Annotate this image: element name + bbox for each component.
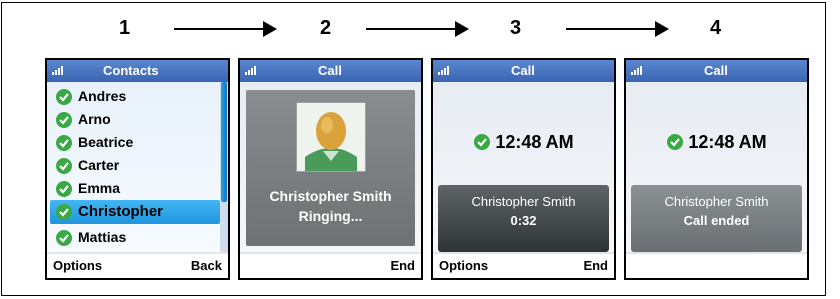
phone-screen-in-call: Call 12:48 AM Christopher Smith 0:32 Opt…: [431, 58, 616, 280]
end-softkey[interactable]: End: [583, 258, 608, 273]
softkey-bar: Options End: [433, 252, 614, 278]
step-label-2: 2: [320, 17, 332, 39]
contact-name: Emma: [78, 180, 121, 196]
contact-name: Mattias: [78, 229, 127, 245]
softkey-bar: [626, 252, 807, 278]
back-softkey[interactable]: Back: [191, 258, 222, 273]
softkey-bar: Options Back: [47, 252, 228, 278]
contact-item[interactable]: Arno: [50, 108, 220, 130]
call-duration: 0:32: [510, 213, 537, 228]
phone-screen-call-ended: Call 12:48 AM Christopher Smith Call end…: [624, 58, 809, 280]
presence-available-icon: [56, 158, 72, 174]
caller-name: Christopher Smith: [269, 188, 392, 204]
presence-available-icon: [56, 181, 72, 197]
end-softkey[interactable]: End: [390, 258, 415, 273]
signal-icon: [245, 63, 257, 75]
presence-available-icon: [667, 134, 684, 150]
signal-icon: [631, 63, 643, 75]
presence-available-icon: [56, 89, 72, 105]
contact-item[interactable]: Andres: [50, 85, 220, 107]
screen-title: Call: [704, 63, 728, 78]
clock: 12:48 AM: [433, 132, 614, 153]
presence-available-icon: [56, 204, 72, 220]
step-label-3: 3: [510, 17, 522, 39]
presence-available-icon: [56, 112, 72, 128]
phone-screen-ringing: Call Christopher Smith Ringing... End: [238, 58, 423, 280]
scrollbar[interactable]: [220, 82, 228, 254]
contact-item[interactable]: Mattias: [50, 226, 220, 248]
contact-item[interactable]: Carter: [50, 154, 220, 176]
call-info-box: Christopher Smith 0:32: [438, 185, 609, 252]
title-bar: Contacts: [47, 60, 228, 82]
presence-available-icon: [474, 134, 491, 150]
clock-time: 12:48 AM: [495, 132, 574, 152]
signal-icon: [438, 63, 450, 75]
contacts-list: Andres Arno Beatrice Carter Emma Christo…: [47, 82, 228, 254]
contact-avatar-icon: [296, 102, 366, 172]
title-bar: Call: [240, 60, 421, 82]
options-softkey[interactable]: Options: [53, 258, 102, 273]
contact-name: Beatrice: [78, 134, 134, 150]
screen-title: Contacts: [103, 63, 159, 78]
contact-item-selected[interactable]: Christopher: [50, 200, 220, 224]
caller-name: Christopher Smith: [664, 194, 769, 209]
screen-title: Call: [318, 63, 342, 78]
clock-time: 12:48 AM: [688, 132, 767, 152]
contact-item[interactable]: Beatrice: [50, 131, 220, 153]
call-status: Call ended: [683, 213, 750, 228]
title-bar: Call: [626, 60, 807, 82]
arrow-icon: [174, 21, 277, 37]
scrollbar-thumb[interactable]: [221, 82, 227, 202]
screen-title: Call: [511, 63, 535, 78]
signal-icon: [52, 63, 64, 75]
contact-name: Andres: [78, 88, 127, 104]
arrow-icon: [366, 21, 469, 37]
contact-item[interactable]: Emma: [50, 177, 220, 199]
step-label-1: 1: [119, 17, 131, 39]
phone-screen-contacts: Contacts Andres Arno Beatrice Carter Emm…: [45, 58, 230, 280]
call-status: Ringing...: [298, 208, 363, 224]
caller-name: Christopher Smith: [471, 194, 576, 209]
options-softkey[interactable]: Options: [439, 258, 488, 273]
title-bar: Call: [433, 60, 614, 82]
softkey-bar: End: [240, 252, 421, 278]
contact-name: Christopher: [78, 203, 164, 220]
presence-available-icon: [56, 135, 72, 151]
contact-name: Carter: [78, 157, 120, 173]
caller-card: Christopher Smith Ringing...: [246, 90, 415, 246]
clock: 12:48 AM: [626, 132, 807, 153]
diagram-frame: 1 2 3 4 Contacts Andres Arno Beatrice Ca…: [1, 2, 826, 296]
presence-available-icon: [56, 230, 72, 246]
call-info-box: Christopher Smith Call ended: [631, 185, 802, 252]
contact-name: Arno: [78, 111, 111, 127]
step-label-4: 4: [710, 17, 722, 39]
arrow-icon: [566, 21, 669, 37]
